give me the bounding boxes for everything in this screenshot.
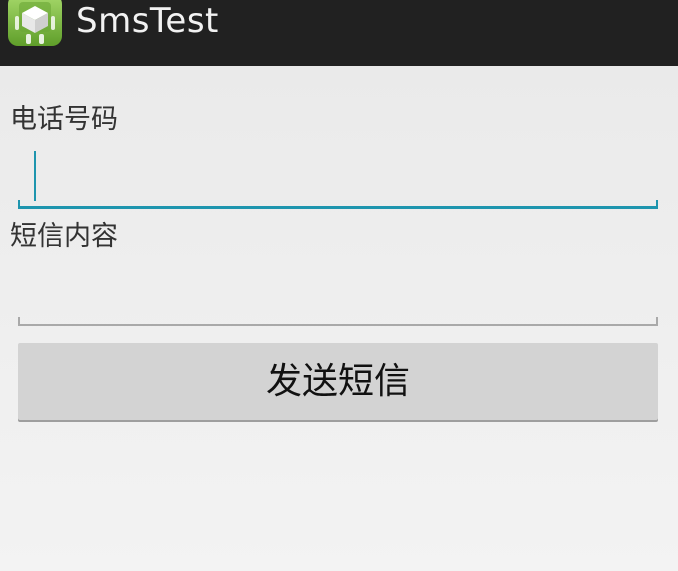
- phone-input-underline: [18, 200, 658, 209]
- message-content-input[interactable]: [18, 268, 658, 324]
- send-sms-button[interactable]: 发送短信: [18, 343, 658, 420]
- action-bar: SmsTest: [0, 0, 678, 66]
- phone-number-label: 电话号码: [10, 104, 118, 135]
- android-app-icon[interactable]: [6, 0, 64, 48]
- text-cursor: [34, 151, 36, 201]
- message-content-label: 短信内容: [10, 221, 118, 252]
- content-input-underline: [18, 317, 658, 326]
- app-title: SmsTest: [76, 1, 219, 41]
